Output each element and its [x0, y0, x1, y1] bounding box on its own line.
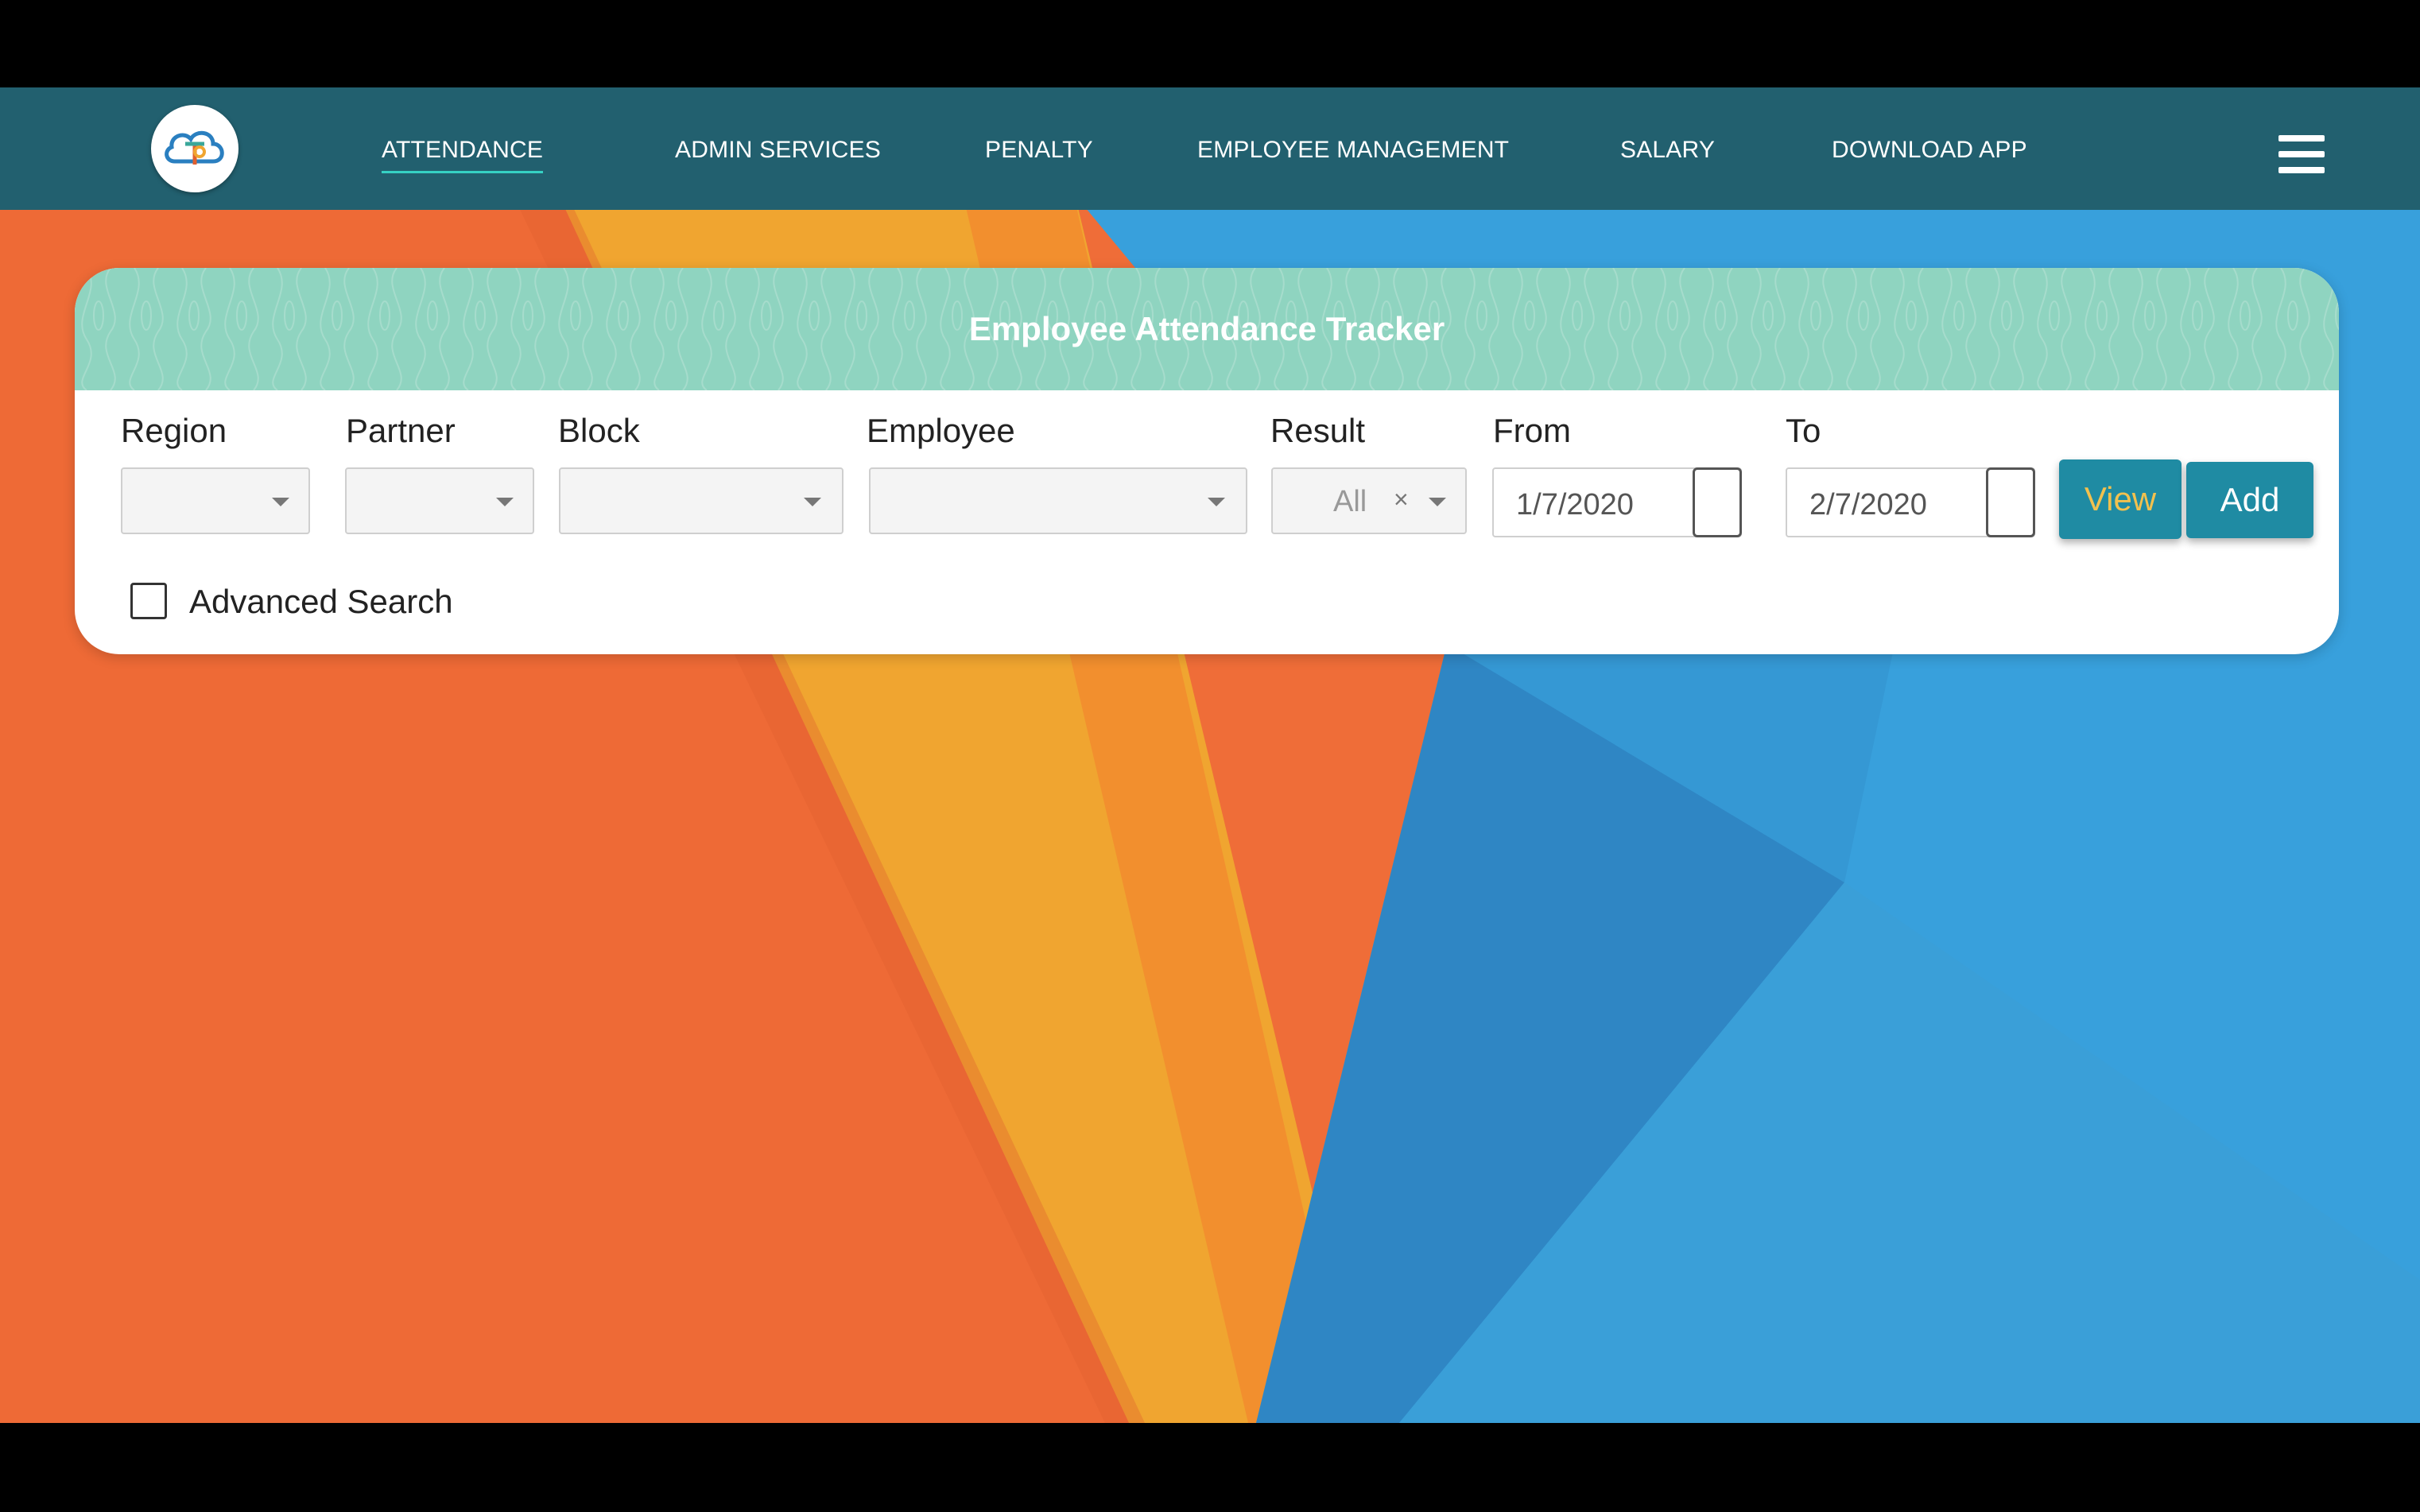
letterbox-top [0, 0, 2420, 87]
region-select[interactable] [121, 467, 310, 534]
result-label: Result [1270, 412, 1366, 449]
cloud-logo-icon [165, 130, 224, 165]
letterbox-bottom [0, 1423, 2420, 1512]
nav-employee-management[interactable]: EMPLOYEE MANAGEMENT [1197, 137, 1509, 164]
from-calendar-button[interactable] [1693, 467, 1742, 537]
from-label: From [1493, 412, 1571, 449]
nav-download-app[interactable]: DOWNLOAD APP [1832, 137, 2027, 164]
app-logo[interactable] [151, 105, 239, 192]
advanced-search-label[interactable]: Advanced Search [189, 583, 453, 621]
nav-attendance[interactable]: ATTENDANCE [382, 137, 544, 173]
add-button[interactable]: Add [2186, 462, 2313, 538]
partner-label: Partner [346, 412, 456, 449]
view-button[interactable]: View [2059, 459, 2181, 539]
to-calendar-button[interactable] [1986, 467, 2035, 537]
panel-header: Employee Attendance Tracker [75, 268, 2339, 390]
top-navbar: ATTENDANCE ADMIN SERVICES PENALTY EMPLOY… [0, 87, 2420, 210]
nav-admin-services[interactable]: ADMIN SERVICES [675, 137, 881, 164]
result-select[interactable]: All × [1271, 467, 1467, 534]
hamburger-icon[interactable] [2278, 135, 2325, 173]
from-date-input[interactable]: 1/7/2020 [1492, 467, 1742, 537]
to-date-input[interactable]: 2/7/2020 [1786, 467, 2035, 537]
to-label: To [1786, 412, 1821, 449]
to-date-value: 2/7/2020 [1809, 488, 1927, 521]
panel-title: Employee Attendance Tracker [968, 310, 1445, 347]
result-value: All [1333, 485, 1367, 518]
chevron-down-icon [804, 498, 821, 506]
chevron-down-icon [1429, 498, 1446, 506]
from-date-value: 1/7/2020 [1516, 488, 1634, 521]
block-select[interactable] [559, 467, 844, 534]
chevron-down-icon [272, 498, 289, 506]
employee-select[interactable] [869, 467, 1247, 534]
clear-icon[interactable]: × [1394, 485, 1409, 514]
region-label: Region [121, 412, 227, 449]
chevron-down-icon [496, 498, 514, 506]
partner-select[interactable] [345, 467, 534, 534]
nav-salary[interactable]: SALARY [1620, 137, 1715, 164]
nav-penalty[interactable]: PENALTY [985, 137, 1093, 164]
block-label: Block [558, 412, 640, 449]
advanced-search-checkbox[interactable] [130, 583, 167, 619]
employee-label: Employee [867, 412, 1015, 449]
chevron-down-icon [1208, 498, 1225, 506]
